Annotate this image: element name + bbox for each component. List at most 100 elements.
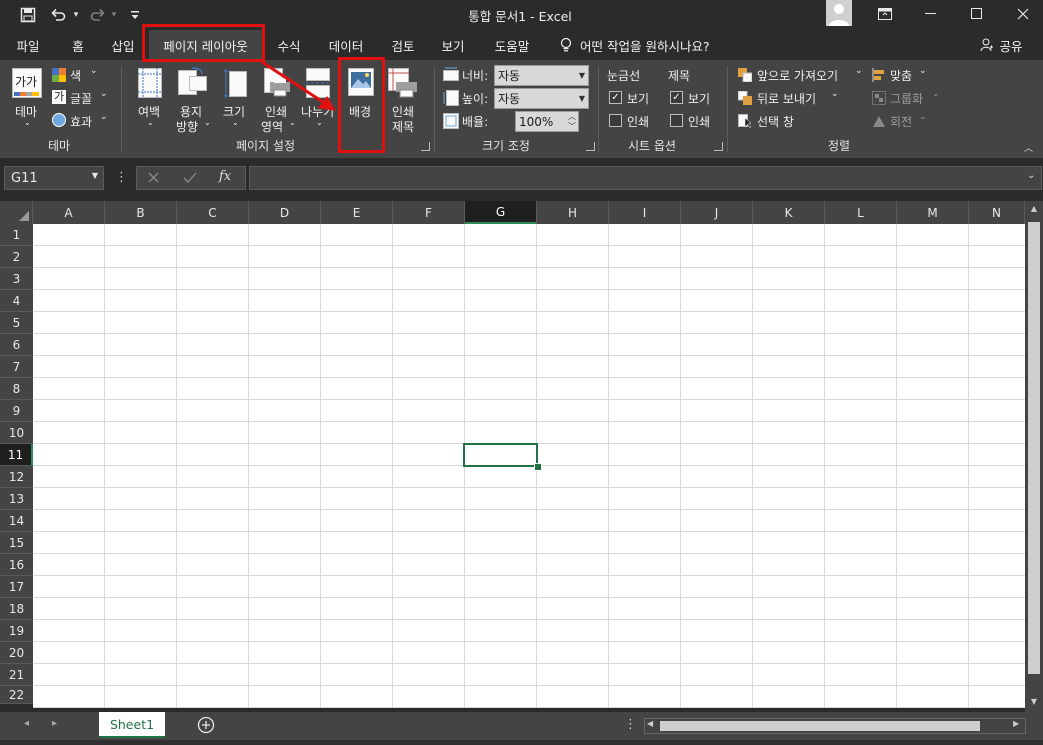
row-header-16[interactable]: 16 xyxy=(0,554,33,576)
share-button[interactable]: 공유 xyxy=(996,33,1026,57)
row-header-3[interactable]: 3 xyxy=(0,268,33,290)
column-header-a[interactable]: A xyxy=(33,201,105,224)
row-header-1[interactable]: 1 xyxy=(0,224,33,246)
close-icon[interactable] xyxy=(1000,0,1043,28)
row-header-4[interactable]: 4 xyxy=(0,290,33,312)
row-header-7[interactable]: 7 xyxy=(0,356,33,378)
row-header-9[interactable]: 9 xyxy=(0,400,33,422)
tab-view[interactable]: 보기 xyxy=(432,33,474,57)
row-header-12[interactable]: 12 xyxy=(0,466,33,488)
print-area-icon[interactable] xyxy=(262,68,292,98)
tab-formulas[interactable]: 수식 xyxy=(268,33,310,57)
colors-button[interactable]: 색 xyxy=(70,67,81,84)
bring-forward-icon[interactable] xyxy=(738,68,753,83)
print-area-button-line2[interactable]: 영역 xyxy=(261,118,283,135)
fonts-button[interactable]: 글꼴 xyxy=(70,90,92,107)
effects-dropdown-icon[interactable]: ⌄ xyxy=(100,112,108,122)
tab-data[interactable]: 데이터 xyxy=(318,33,374,57)
next-sheet-icon[interactable]: ▸ xyxy=(52,718,64,732)
select-all-button[interactable] xyxy=(0,201,33,224)
account-avatar[interactable] xyxy=(826,0,852,26)
row-header-17[interactable]: 17 xyxy=(0,576,33,598)
column-header-e[interactable]: E xyxy=(321,201,393,224)
gridlines-view-checkbox[interactable]: ✓ xyxy=(609,91,622,104)
add-sheet-icon[interactable] xyxy=(197,716,215,734)
height-combo[interactable]: 자동 ▼ xyxy=(494,88,589,109)
align-dropdown-icon[interactable]: ⌄ xyxy=(919,66,927,76)
orientation-button-line2[interactable]: 방향 xyxy=(176,118,198,135)
sheet-tab-sheet1[interactable]: Sheet1 xyxy=(99,712,165,738)
row-header-20[interactable]: 20 xyxy=(0,642,33,664)
active-cell-g11[interactable] xyxy=(463,443,538,467)
row-header-15[interactable]: 15 xyxy=(0,532,33,554)
row-header-6[interactable]: 6 xyxy=(0,334,33,356)
column-header-k[interactable]: K xyxy=(753,201,825,224)
column-header-i[interactable]: I xyxy=(609,201,681,224)
fill-handle[interactable] xyxy=(534,463,542,471)
tab-review[interactable]: 검토 xyxy=(382,33,424,57)
tab-split-icon[interactable]: ⋮ xyxy=(624,717,637,733)
scroll-left-icon[interactable]: ◀ xyxy=(647,719,657,733)
breaks-dropdown-icon[interactable]: ⌄ xyxy=(316,118,323,127)
column-header-j[interactable]: J xyxy=(681,201,753,224)
tab-insert[interactable]: 삽입 xyxy=(102,33,144,57)
formula-input[interactable] xyxy=(249,166,1042,190)
selection-pane-button[interactable]: 선택 창 xyxy=(757,113,794,130)
themes-icon[interactable]: 가가 xyxy=(12,68,42,98)
scroll-right-icon[interactable]: ▶ xyxy=(1013,719,1023,733)
align-icon[interactable] xyxy=(872,68,886,82)
print-titles-icon[interactable] xyxy=(388,68,418,98)
orientation-dropdown-icon[interactable]: ⌄ xyxy=(204,118,211,127)
prev-sheet-icon[interactable]: ◂ xyxy=(24,718,36,732)
row-header-21[interactable]: 21 xyxy=(0,664,33,686)
row-header-10[interactable]: 10 xyxy=(0,422,33,444)
expand-formula-icon[interactable]: ⌄ xyxy=(1027,170,1039,184)
column-header-d[interactable]: D xyxy=(249,201,321,224)
column-header-g[interactable]: G xyxy=(465,201,537,224)
width-combo[interactable]: 자동 ▼ xyxy=(494,65,589,86)
row-header-8[interactable]: 8 xyxy=(0,378,33,400)
column-header-m[interactable]: M xyxy=(897,201,969,224)
send-backward-button[interactable]: 뒤로 보내기 xyxy=(757,90,816,107)
row-header-22[interactable]: 22 xyxy=(0,686,33,704)
column-header-c[interactable]: C xyxy=(177,201,249,224)
print-titles-button-line2[interactable]: 제목 xyxy=(392,118,414,135)
margins-dropdown-icon[interactable]: ⌄ xyxy=(147,118,154,127)
orientation-icon[interactable] xyxy=(178,66,208,98)
column-header-n[interactable]: N xyxy=(969,201,1025,224)
vertical-scroll-thumb[interactable] xyxy=(1028,222,1040,674)
row-header-5[interactable]: 5 xyxy=(0,312,33,334)
ribbon-display-icon[interactable] xyxy=(862,0,908,28)
insert-function-button[interactable]: fx xyxy=(219,169,237,185)
column-header-b[interactable]: B xyxy=(105,201,177,224)
name-box[interactable]: G11 ▼ xyxy=(4,166,104,190)
print-area-dropdown-icon[interactable]: ⌄ xyxy=(289,118,296,127)
row-header-2[interactable]: 2 xyxy=(0,246,33,268)
scale-launcher-icon[interactable] xyxy=(586,142,595,151)
row-header-14[interactable]: 14 xyxy=(0,510,33,532)
effects-button[interactable]: 효과 xyxy=(70,113,92,130)
bring-forward-button[interactable]: 앞으로 가져오기 xyxy=(757,67,838,84)
maximize-icon[interactable] xyxy=(954,0,1000,28)
colors-dropdown-icon[interactable]: ⌄ xyxy=(90,66,98,76)
effects-icon[interactable] xyxy=(52,113,66,127)
scroll-down-icon[interactable]: ▼ xyxy=(1028,697,1040,711)
customize-icon[interactable] xyxy=(128,5,142,25)
row-header-13[interactable]: 13 xyxy=(0,488,33,510)
scale-up-icon[interactable]: ︿ xyxy=(566,112,578,121)
save-icon[interactable] xyxy=(16,5,40,25)
scale-down-icon[interactable]: ﹀ xyxy=(566,122,578,131)
page-setup-launcher-icon[interactable] xyxy=(421,142,430,151)
selection-pane-icon[interactable] xyxy=(738,114,754,129)
more-options-icon[interactable]: ⋮ xyxy=(115,170,128,186)
send-backward-dropdown-icon[interactable]: ⌄ xyxy=(831,89,839,99)
minimize-icon[interactable] xyxy=(908,0,954,28)
gridlines-print-checkbox[interactable] xyxy=(609,114,622,127)
tab-help[interactable]: 도움말 xyxy=(484,33,540,57)
bring-forward-dropdown-icon[interactable]: ⌄ xyxy=(855,66,863,76)
breaks-icon[interactable] xyxy=(306,68,330,98)
themes-dropdown-icon[interactable]: ⌄ xyxy=(24,118,31,127)
headings-view-checkbox[interactable]: ✓ xyxy=(670,91,683,104)
undo-icon[interactable] xyxy=(46,5,70,25)
column-header-h[interactable]: H xyxy=(537,201,609,224)
